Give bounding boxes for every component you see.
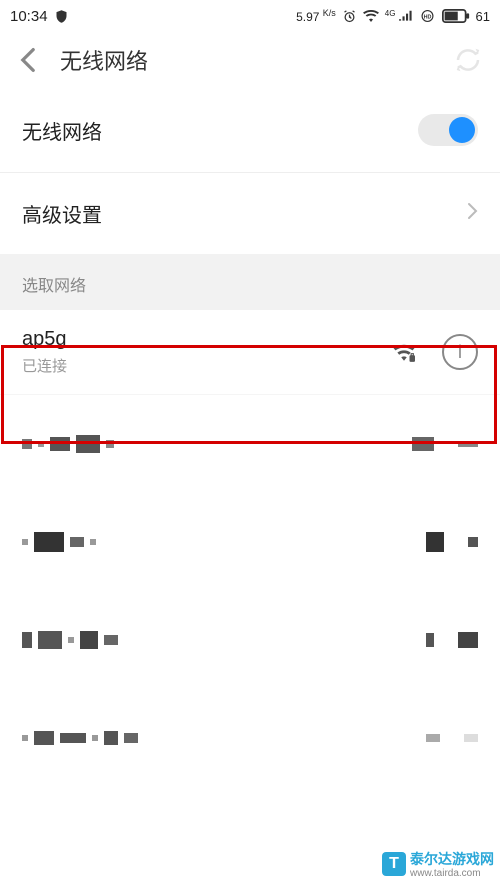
shield-icon [54,9,69,24]
network-item[interactable] [0,493,500,591]
settings-section: 无线网络 高级设置 [0,88,500,254]
alarm-icon [342,9,357,24]
status-bar: 10:34 5.97 K/s 4G HD 61 [0,0,500,32]
status-time: 10:34 [10,8,48,25]
wifi-signal-icon [388,341,420,363]
watermark-text: 泰尔达游戏网 [410,851,494,867]
network-status: 已连接 [22,355,374,376]
page-header: 无线网络 [0,32,500,88]
wifi-status-icon [363,10,379,22]
network-item[interactable] [0,395,500,493]
toggle-knob [449,117,475,143]
info-icon[interactable]: i [442,334,478,370]
advanced-settings-row[interactable]: 高级设置 [0,173,500,254]
wifi-toggle-label: 无线网络 [22,116,418,145]
network-list-blurred [0,395,500,787]
wifi-toggle-row[interactable]: 无线网络 [0,88,500,173]
advanced-settings-label: 高级设置 [22,199,466,228]
data-rate: 5.97 K/s [296,8,336,24]
page-title: 无线网络 [60,44,432,76]
chevron-right-icon [466,201,478,227]
watermark-logo: T [382,852,406,876]
network-item[interactable] [0,689,500,787]
network-name: ap5g [22,328,374,351]
hd-icon: HD [419,9,436,23]
network-item-connected[interactable]: ap5g 已连接 i [0,310,500,395]
cellular-signal: 4G [385,9,413,24]
choose-network-label: 选取网络 [22,278,86,295]
refresh-icon[interactable] [450,42,486,78]
battery-level: 61 [476,9,490,24]
watermark-url: www.tairda.com [410,869,494,879]
wifi-toggle[interactable] [418,114,478,146]
svg-text:HD: HD [423,14,431,20]
choose-network-header: 选取网络 [0,254,500,310]
battery-icon [442,9,470,23]
back-icon[interactable] [14,47,42,73]
watermark: T 泰尔达游戏网 www.tairda.com [382,849,494,879]
network-item[interactable] [0,591,500,689]
